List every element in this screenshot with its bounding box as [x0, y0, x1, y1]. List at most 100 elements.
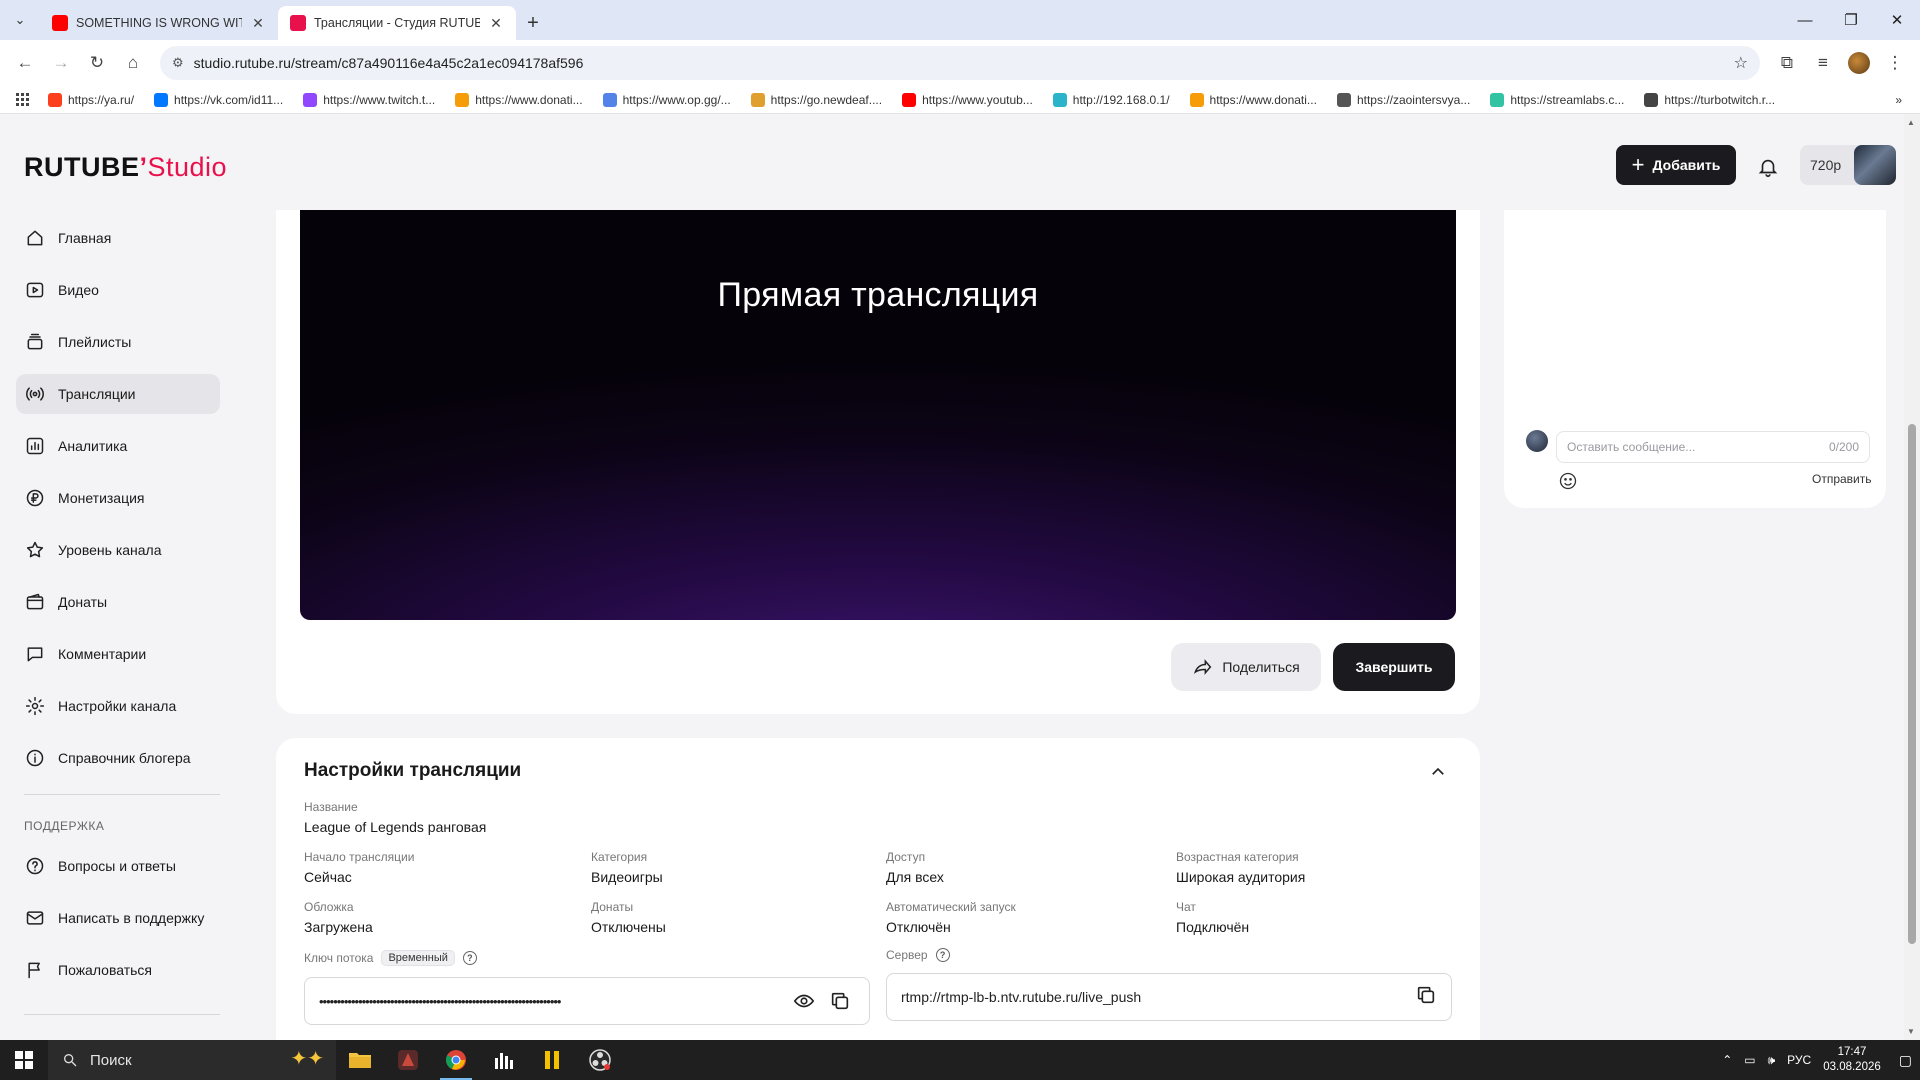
settings-field: Чат Подключён [1176, 900, 1249, 935]
field-label: Доступ [886, 850, 926, 864]
bookmark-item[interactable]: https://streamlabs.c... [1482, 88, 1632, 112]
help-icon[interactable]: ? [462, 951, 477, 965]
clock[interactable]: 17:47 03.08.2026 [1823, 1045, 1881, 1075]
bookmark-item[interactable]: https://go.newdeaf.... [743, 88, 890, 112]
home-browser-icon[interactable]: ⌂ [118, 48, 148, 78]
url-text: studio.rutube.ru/stream/c87a490116e4a45c… [193, 55, 584, 71]
stream-key-field[interactable]: ••••••••••••••••••••••••••••••••••••••••… [304, 977, 870, 1025]
audio-meter-icon[interactable] [480, 1040, 528, 1080]
rutube-studio-logo[interactable]: RUTUBE’Studio [24, 152, 227, 183]
support-item-question[interactable]: Вопросы и ответы [16, 846, 220, 886]
support-item-mail[interactable]: Написать в поддержку [16, 898, 220, 938]
chat-message-input[interactable]: Оставить сообщение... 0/200 [1556, 431, 1870, 463]
ruble-icon [24, 487, 46, 509]
bookmark-item[interactable]: https://www.donati... [1182, 88, 1325, 112]
bookmark-item[interactable]: https://www.op.gg/... [595, 88, 739, 112]
bookmarks-overflow-icon[interactable]: » [1887, 88, 1910, 112]
forward-icon[interactable]: → [46, 48, 76, 78]
network-icon[interactable]: ▭ [1744, 1053, 1755, 1067]
tray-chevron-up-icon[interactable]: ⌃ [1722, 1053, 1732, 1067]
sidebar-item-comment[interactable]: Комментарии [16, 634, 220, 674]
site-info-icon[interactable]: ⚙ [172, 55, 184, 71]
profile-avatar[interactable] [1844, 48, 1874, 78]
bookmark-item[interactable]: https://ya.ru/ [40, 88, 142, 112]
extensions-icon[interactable]: ⧉ [1772, 48, 1802, 78]
sidebar-item-info[interactable]: Справочник блогера [16, 738, 220, 778]
copy-icon[interactable] [1415, 984, 1437, 1011]
browser-tab-2[interactable]: Трансляции - Студия RUTUBE ✕ [278, 6, 516, 40]
scroll-down-icon[interactable]: ▼ [1907, 1027, 1915, 1036]
sidebar-item-ruble[interactable]: Монетизация [16, 478, 220, 518]
apps-grid-icon[interactable] [10, 88, 36, 112]
browser-tab-1[interactable]: SOMETHING IS WRONG WITH ✕ [40, 6, 278, 40]
yellow-app-icon[interactable] [528, 1040, 576, 1080]
support-item-flag[interactable]: Пожаловаться [16, 950, 220, 990]
sidebar-item-home[interactable]: Главная [16, 218, 220, 258]
bookmark-item[interactable]: https://zaointersvya... [1329, 88, 1478, 112]
search-placeholder: Поиск [90, 1051, 132, 1069]
bookmark-item[interactable]: https://turbotwitch.r... [1636, 88, 1783, 112]
chat-send-button[interactable]: Отправить [1812, 472, 1872, 486]
close-tab-icon[interactable]: ✕ [250, 15, 266, 32]
support-item-label: Написать в поддержку [58, 910, 205, 926]
bookmark-item[interactable]: http://192.168.0.1/ [1045, 88, 1178, 112]
obs-icon[interactable] [576, 1040, 624, 1080]
scroll-up-icon[interactable]: ▲ [1907, 118, 1915, 127]
volume-icon[interactable]: 🕪 [1768, 1053, 1776, 1068]
notifications-bell-icon[interactable] [1753, 152, 1783, 182]
scrollbar-thumb[interactable] [1908, 424, 1916, 944]
back-icon[interactable]: ← [10, 48, 40, 78]
reload-icon[interactable]: ↻ [82, 48, 112, 78]
taskbar-search[interactable]: Поиск ✦✦ [48, 1040, 336, 1080]
bookmark-label: https://vk.com/id11... [174, 92, 284, 107]
minimize-icon[interactable]: — [1782, 0, 1828, 40]
game-app-icon[interactable] [384, 1040, 432, 1080]
stream-preview-player[interactable]: Прямая трансляция [300, 210, 1456, 620]
url-field[interactable]: ⚙ studio.rutube.ru/stream/c87a490116e4a4… [160, 46, 1760, 80]
chevron-up-icon[interactable] [1426, 760, 1450, 784]
notifications-tray-icon[interactable]: ▢ [1899, 1052, 1912, 1069]
field-label: Категория [591, 850, 648, 864]
media-control-icon[interactable]: ≡ [1808, 48, 1838, 78]
windows-start-icon[interactable] [0, 1040, 48, 1080]
support-section-title: ПОДДЕРЖКА [24, 819, 105, 833]
chrome-icon[interactable] [432, 1040, 480, 1080]
emoji-icon[interactable] [1556, 469, 1580, 493]
bookmark-star-icon[interactable]: ☆ [1734, 53, 1748, 73]
file-explorer-icon[interactable] [336, 1040, 384, 1080]
close-tab-icon[interactable]: ✕ [488, 15, 504, 32]
sidebar-item-gear[interactable]: Настройки канала [16, 686, 220, 726]
copy-icon[interactable] [825, 986, 855, 1016]
bookmark-item[interactable]: https://vk.com/id11... [146, 88, 291, 112]
eye-icon[interactable] [789, 986, 819, 1016]
page-scrollbar[interactable]: ▲ ▼ [1904, 114, 1920, 1040]
bookmark-item[interactable]: https://www.donati... [447, 88, 590, 112]
bookmark-item[interactable]: https://www.youtub... [894, 88, 1041, 112]
browser-menu-icon[interactable]: ⋮ [1880, 48, 1910, 78]
sidebar-item-broadcast[interactable]: Трансляции [16, 374, 220, 414]
close-window-icon[interactable]: ✕ [1874, 0, 1920, 40]
system-tray: ⌃ ▭ 🕪 РУС 17:47 03.08.2026 ▢ [1722, 1040, 1920, 1080]
video-icon [24, 279, 46, 301]
add-button[interactable]: + Добавить [1616, 145, 1736, 185]
new-tab-button[interactable]: + [516, 6, 550, 40]
bookmark-label: https://go.newdeaf.... [770, 92, 883, 107]
sidebar-item-analytics[interactable]: Аналитика [16, 426, 220, 466]
sidebar-item-video[interactable]: Видео [16, 270, 220, 310]
bookmark-item[interactable]: https://www.twitch.t... [295, 88, 443, 112]
finish-stream-button[interactable]: Завершить [1333, 643, 1455, 691]
tab-search-chevron-icon[interactable]: ⌄ [0, 0, 40, 40]
server-url-field[interactable]: rtmp://rtmp-lb-b.ntv.rutube.ru/live_push [886, 973, 1452, 1021]
user-avatar [1526, 430, 1548, 452]
sidebar-item-playlist[interactable]: Плейлисты [16, 322, 220, 362]
restore-icon[interactable]: ❐ [1828, 0, 1874, 40]
sparkle-icon: ✦✦ [290, 1048, 324, 1070]
windows-taskbar: Поиск ✦✦ ⌃ ▭ 🕪 РУС 17:47 03.08.2026 ▢ [0, 1040, 1920, 1080]
share-button[interactable]: Поделиться [1171, 643, 1321, 691]
sidebar-item-wallet[interactable]: Донаты [16, 582, 220, 622]
channel-menu[interactable]: 720p [1800, 145, 1896, 185]
language-indicator[interactable]: РУС [1787, 1053, 1811, 1067]
help-icon[interactable]: ? [935, 948, 950, 962]
sidebar-item-star[interactable]: Уровень канала [16, 530, 220, 570]
bookmark-label: https://ya.ru/ [68, 92, 135, 107]
